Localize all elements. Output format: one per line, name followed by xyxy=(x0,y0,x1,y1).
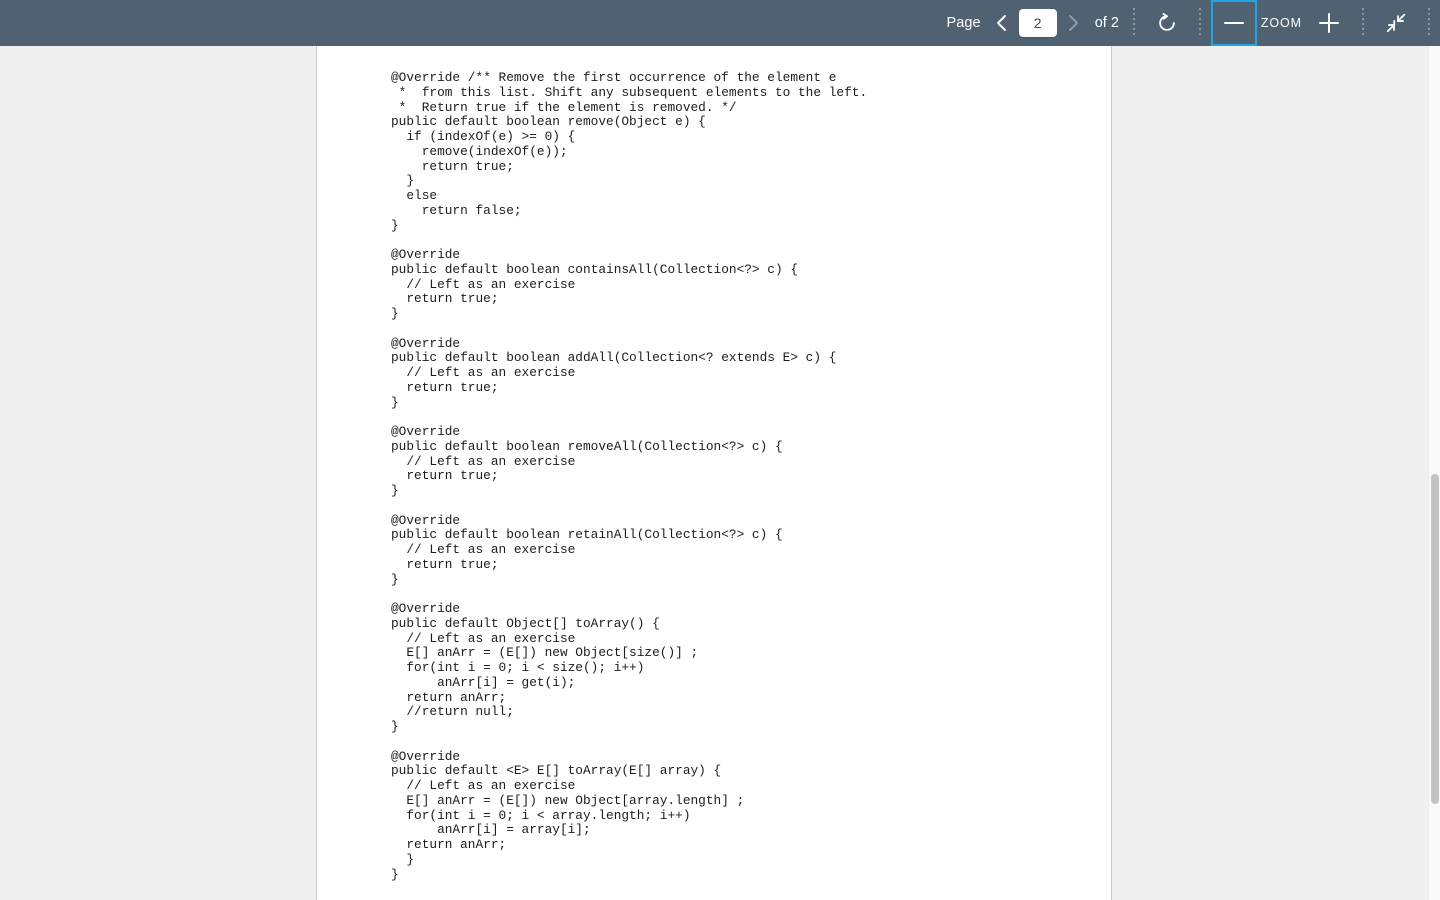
rotate-clockwise-icon xyxy=(1159,13,1175,31)
minus-icon xyxy=(1223,21,1244,25)
pdf-viewer-toolbar: Page of 2 ZOOM xyxy=(0,0,1440,46)
toolbar-separator xyxy=(1428,8,1430,38)
collapse-arrows-icon xyxy=(1386,13,1406,33)
zoom-out-button[interactable] xyxy=(1210,0,1257,46)
previous-page-button[interactable] xyxy=(987,0,1017,46)
zoom-in-button[interactable] xyxy=(1306,0,1352,46)
exit-fullscreen-button[interactable] xyxy=(1374,0,1418,46)
page-number-input[interactable] xyxy=(1018,9,1057,37)
plus-icon xyxy=(1319,13,1339,33)
page-navigation-group: Page of 2 xyxy=(940,0,1122,46)
source-code-text: @Override /** Remove the first occurrenc… xyxy=(391,70,868,882)
document-page: @Override /** Remove the first occurrenc… xyxy=(316,46,1112,900)
page-total-label: of 2 xyxy=(1094,15,1119,31)
toolbar-separator xyxy=(1198,8,1201,38)
toolbar-separator xyxy=(1132,8,1135,38)
zoom-group: ZOOM xyxy=(1210,0,1352,46)
vertical-scrollbar[interactable] xyxy=(1428,46,1440,900)
page-label: Page xyxy=(946,15,981,31)
scrollbar-thumb[interactable] xyxy=(1431,474,1439,804)
zoom-label: ZOOM xyxy=(1260,16,1302,30)
document-viewer: @Override /** Remove the first occurrenc… xyxy=(0,46,1428,900)
toolbar-separator xyxy=(1362,8,1364,38)
rotate-button[interactable] xyxy=(1145,0,1189,46)
next-page-button[interactable] xyxy=(1059,0,1089,46)
